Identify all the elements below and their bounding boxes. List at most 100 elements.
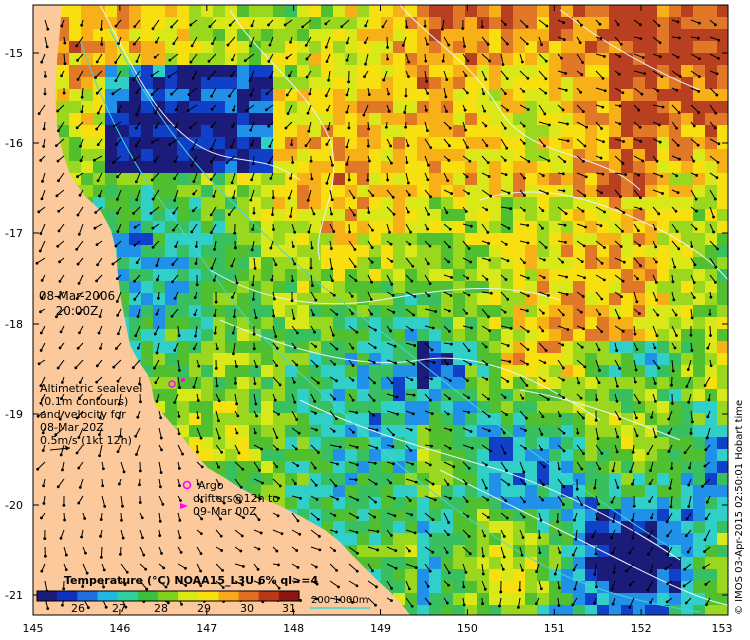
sst-cell (453, 485, 466, 498)
sst-cell (681, 17, 694, 30)
y-tick-label: -21 (5, 589, 23, 602)
sst-cell (405, 533, 418, 546)
sst-cell (213, 209, 226, 222)
sst-cell (57, 89, 70, 102)
x-tick-label: 148 (283, 622, 304, 635)
x-tick-label: 153 (712, 622, 733, 635)
sst-cell (669, 89, 682, 102)
sst-cell (417, 113, 430, 126)
sst-cell (525, 377, 538, 390)
sst-cell (705, 389, 718, 402)
sst-cell (537, 245, 550, 258)
sst-cell (489, 113, 502, 126)
sst-cell (129, 281, 142, 294)
sst-cell (261, 17, 274, 30)
sst-cell (681, 461, 694, 474)
sst-cell (597, 569, 610, 582)
sst-cell (489, 497, 502, 510)
sst-cell (105, 65, 118, 78)
sst-cell (261, 149, 274, 162)
sst-cell (525, 605, 538, 615)
sst-cell (693, 137, 706, 150)
sst-cell (201, 29, 214, 42)
sst-cell (453, 389, 466, 402)
sst-cell (585, 149, 598, 162)
sst-cell (69, 137, 82, 150)
sst-cell (441, 89, 454, 102)
sst-cell (561, 221, 574, 234)
sst-cell (429, 53, 442, 66)
sst-cell (417, 341, 430, 354)
sst-cell (429, 125, 442, 138)
sst-cell (177, 245, 190, 258)
sst-cell (693, 317, 706, 330)
sst-cell (189, 89, 202, 102)
sst-cell (345, 389, 358, 402)
sst-cell (357, 377, 370, 390)
sst-cell (561, 197, 574, 210)
sst-cell (357, 233, 370, 246)
sst-cell (477, 65, 490, 78)
sst-cell (369, 485, 382, 498)
sst-cell (489, 269, 502, 282)
sst-cell (285, 149, 298, 162)
y-tick-label: -18 (5, 318, 23, 331)
sst-cell (705, 161, 718, 174)
sst-cell (549, 53, 562, 66)
sst-cell (633, 365, 646, 378)
sst-cell (213, 401, 226, 414)
sst-cell (393, 29, 406, 42)
sst-cell (441, 281, 454, 294)
sst-cell (333, 89, 346, 102)
sst-cell (345, 29, 358, 42)
sst-cell (669, 245, 682, 258)
sst-cell (705, 413, 718, 426)
sst-cell (273, 209, 286, 222)
sst-cell (549, 341, 562, 354)
sst-cell (381, 245, 394, 258)
sst-cell (549, 29, 562, 42)
sst-cell (657, 125, 670, 138)
sst-cell (657, 281, 670, 294)
sst-cell (357, 545, 370, 558)
sst-cell (345, 413, 358, 426)
sst-cell (309, 317, 322, 330)
sst-cell (693, 185, 706, 198)
sst-cell (537, 53, 550, 66)
sst-cell (537, 41, 550, 54)
sst-cell (417, 329, 430, 342)
sst-cell (465, 125, 478, 138)
sst-cell (237, 245, 250, 258)
sst-cell (633, 461, 646, 474)
sst-cell (345, 533, 358, 546)
sst-cell (549, 173, 562, 186)
sst-cell (357, 521, 370, 534)
sst-cell (141, 305, 154, 318)
sst-cell (261, 281, 274, 294)
sst-cell (105, 89, 118, 102)
sst-cell (201, 365, 214, 378)
sst-cell (201, 17, 214, 30)
argo-label: Argo (198, 479, 224, 492)
sst-cell (573, 281, 586, 294)
sst-cell (585, 41, 598, 54)
sst-cell (201, 389, 214, 402)
sst-cell (381, 557, 394, 570)
sst-cell (189, 413, 202, 426)
sst-cell (597, 89, 610, 102)
sst-cell (237, 101, 250, 114)
sst-cell (453, 281, 466, 294)
sst-cell (225, 197, 238, 210)
sst-cell (429, 329, 442, 342)
sst-cell (489, 437, 502, 450)
sst-cell (561, 137, 574, 150)
sst-cell (513, 5, 526, 18)
sst-cell (333, 101, 346, 114)
sst-cell (129, 89, 142, 102)
sst-cell (333, 197, 346, 210)
sst-cell (237, 173, 250, 186)
sst-cell (501, 437, 514, 450)
sst-cell (69, 17, 82, 30)
sst-cell (357, 401, 370, 414)
sst-cell (585, 449, 598, 462)
